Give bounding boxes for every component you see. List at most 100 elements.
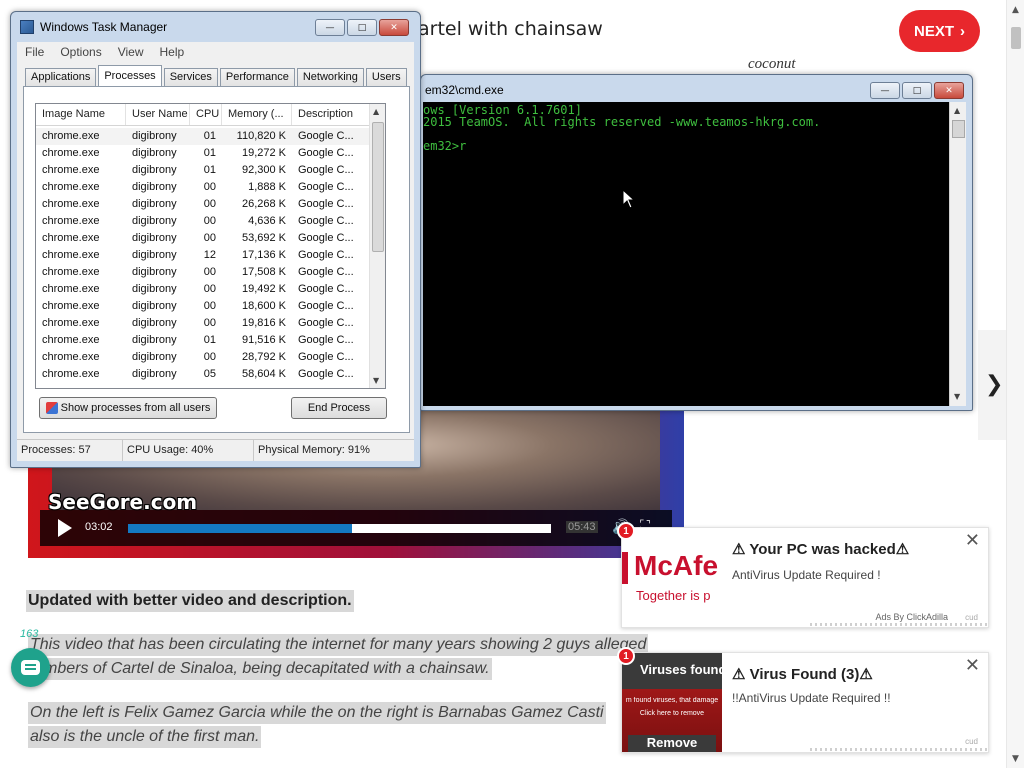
scrollbar-thumb[interactable] [952,120,965,138]
tm-body: Applications Processes Services Performa… [17,62,414,461]
ad-footer-mark: cud [965,737,978,746]
menu-options[interactable]: Options [52,42,109,62]
scroll-down-icon[interactable]: ▼ [373,376,379,385]
notification-badge: 1 [617,647,635,665]
maximize-button[interactable]: □ [347,19,377,36]
console-scrollbar[interactable]: ▲ ▼ [949,102,966,406]
tab-users[interactable]: Users [365,68,407,86]
close-icon[interactable]: ✕ [965,655,980,676]
video-progress-bar[interactable] [128,524,551,533]
table-row[interactable]: chrome.exe digibrony 00 1,888 K Google C... [36,179,371,196]
task-manager-app-icon [20,20,34,34]
close-icon[interactable]: ✕ [965,530,980,551]
browser-scrollbar[interactable]: ▲ ▼ [1006,0,1024,768]
table-row[interactable]: chrome.exe digibrony 01 19,272 K Google C... [36,145,371,162]
table-row[interactable]: chrome.exe digibrony 12 17,136 K Google C... [36,247,371,264]
table-row[interactable]: chrome.exe digibrony 05 58,604 K Google C... [36,366,371,383]
scroll-up-icon[interactable]: ▲ [373,107,379,116]
column-memory[interactable]: Memory (... [222,104,292,125]
table-row[interactable]: chrome.exe digibrony 00 28,792 K Google C... [36,349,371,366]
cell-image-name: chrome.exe [42,300,100,312]
chevron-right-icon: › [960,22,965,40]
cell-image-name: chrome.exe [42,334,100,346]
ad-subtitle[interactable]: AntiVirus Update Required ! [732,568,881,582]
cell-description: Google C... [298,368,354,380]
ad-subtitle[interactable]: !!AntiVirus Update Required !! [732,691,891,705]
cell-memory: 26,268 K [241,198,286,210]
minimize-button[interactable]: — [315,19,345,36]
ad-remove-button[interactable]: Remove [628,735,716,752]
cell-cpu: 00 [203,232,216,244]
scroll-up-icon[interactable]: ▲ [954,106,960,115]
column-cpu[interactable]: CPU [190,104,222,125]
menu-help[interactable]: Help [152,42,193,62]
mcafee-mark [622,552,628,584]
table-row[interactable]: chrome.exe digibrony 00 19,816 K Google C... [36,315,371,332]
tab-networking[interactable]: Networking [296,68,364,86]
table-row[interactable]: chrome.exe digibrony 00 17,508 K Google C... [36,264,371,281]
tab-processes[interactable]: Processes [98,65,162,86]
tm-window-title: Windows Task Manager [40,20,168,34]
show-all-processes-button[interactable]: Show processes from all users [39,397,217,419]
cell-image-name: chrome.exe [42,283,100,295]
cmd-window[interactable]: em32\cmd.exe — □ ✕ ows [Version 6.1.7601… [420,74,973,411]
cell-memory: 17,136 K [241,249,286,261]
console-output[interactable]: ows [Version 6.1.7601] 2015 TeamOS. All … [423,102,949,406]
popup-ad-virus[interactable]: Viruses found m found viruses, that dama… [621,652,989,753]
ad-thumbnail[interactable]: McAfe Together is p [622,528,722,627]
scrollbar-thumb[interactable] [372,122,384,252]
video-current-time: 03:02 [85,521,113,533]
table-row[interactable]: chrome.exe digibrony 01 91,516 K Google C... [36,332,371,349]
table-row[interactable]: chrome.exe digibrony 00 4,636 K Google C... [36,213,371,230]
tab-applications[interactable]: Applications [25,68,97,86]
maximize-button[interactable]: □ [902,82,932,99]
cell-description: Google C... [298,130,354,142]
ad-title[interactable]: ⚠ Your PC was hacked⚠ [732,540,909,558]
scrollbar-thumb[interactable] [1011,27,1021,49]
table-row[interactable]: chrome.exe digibrony 00 19,492 K Google C... [36,281,371,298]
close-button[interactable]: ✕ [379,19,409,36]
cell-cpu: 00 [203,317,216,329]
comments-button[interactable] [11,648,50,687]
cmd-titlebar[interactable]: em32\cmd.exe — □ ✕ [421,75,972,105]
minimize-button[interactable]: — [870,82,900,99]
carousel-next-icon[interactable]: ❯ [985,372,1003,397]
table-row[interactable]: chrome.exe digibrony 00 26,268 K Google C... [36,196,371,213]
column-image-name[interactable]: Image Name [36,104,126,125]
scroll-up-icon[interactable]: ▲ [1012,5,1019,15]
table-row[interactable]: chrome.exe digibrony 00 53,692 K Google C... [36,230,371,247]
menu-file[interactable]: File [17,42,52,62]
cell-cpu: 01 [203,130,216,142]
play-icon[interactable] [58,519,72,537]
column-description[interactable]: Description [292,104,370,125]
task-manager-window[interactable]: Windows Task Manager — □ ✕ File Options … [10,11,421,468]
tab-services[interactable]: Services [163,68,218,86]
table-row[interactable]: chrome.exe digibrony 01 110,820 K Google C..… [36,128,371,145]
scroll-down-icon[interactable]: ▼ [1012,754,1019,764]
process-list[interactable]: Image Name User Name CPU Memory (... Des… [35,103,386,389]
cell-cpu: 00 [203,215,216,227]
menu-view[interactable]: View [110,42,152,62]
column-user-name[interactable]: User Name [126,104,190,125]
cell-user-name: digibrony [132,266,177,278]
table-row[interactable]: chrome.exe digibrony 01 92,300 K Google C... [36,162,371,179]
end-process-button[interactable]: End Process [291,397,387,419]
cell-cpu: 01 [203,147,216,159]
tm-titlebar[interactable]: Windows Task Manager — □ ✕ [11,12,420,42]
ad-thumb-title: Viruses found [640,662,727,677]
scroll-down-icon[interactable]: ▼ [954,392,960,401]
cell-user-name: digibrony [132,215,177,227]
table-row[interactable]: chrome.exe digibrony 00 18,600 K Google C... [36,298,371,315]
cell-memory: 58,604 K [241,368,286,380]
popup-ad-hacked[interactable]: McAfe Together is p ⚠ Your PC was hacked… [621,527,989,628]
tab-performance[interactable]: Performance [219,68,295,86]
ad-thumbnail[interactable]: Viruses found m found viruses, that dama… [622,653,726,752]
mouse-cursor-icon [622,189,636,209]
ad-title[interactable]: ⚠ Virus Found (3)⚠ [732,665,873,683]
uac-shield-icon [45,402,58,414]
status-cpu: CPU Usage: 40% [123,440,254,461]
next-button[interactable]: NEXT › [899,10,980,52]
cell-image-name: chrome.exe [42,130,100,142]
process-list-scrollbar[interactable]: ▲ ▼ [369,104,385,388]
close-button[interactable]: ✕ [934,82,964,99]
